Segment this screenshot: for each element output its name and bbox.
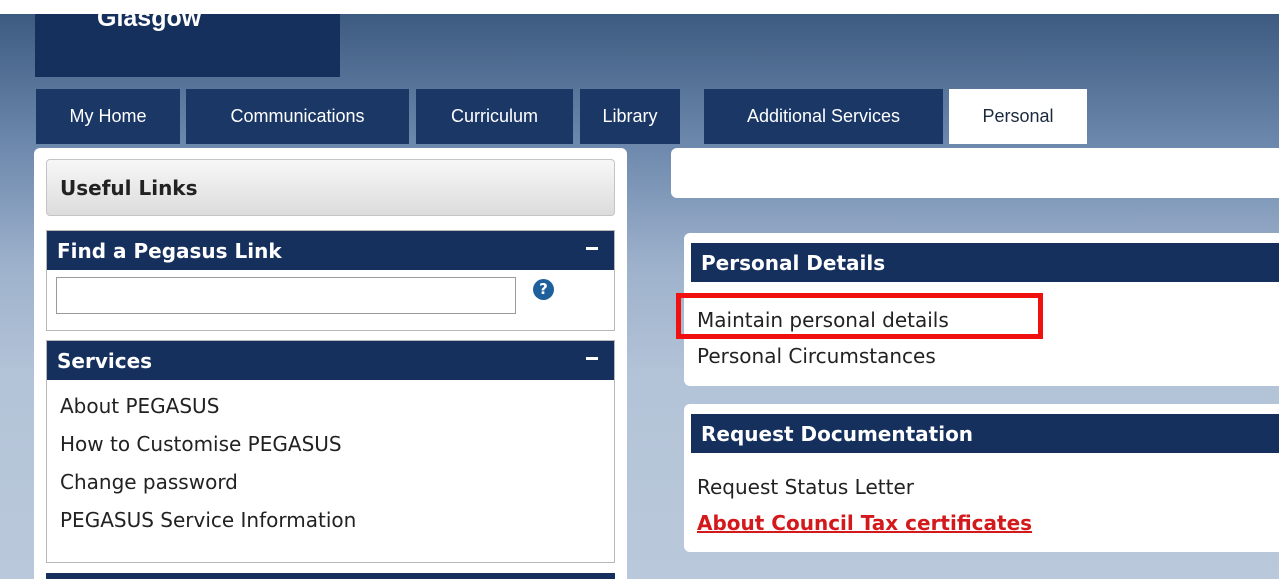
highlight-box [676, 293, 1043, 339]
content-top-bar [671, 148, 1279, 198]
council-tax-certificates-link[interactable]: About Council Tax certificates [697, 511, 1032, 535]
services-box: Services About PEGASUS How to Customise … [46, 340, 615, 563]
tab-curriculum[interactable]: Curriculum [416, 89, 573, 144]
university-logo[interactable]: Glasgow [35, 4, 340, 77]
tab-library[interactable]: Library [580, 89, 680, 144]
tab-additional-services[interactable]: Additional Services [704, 89, 943, 144]
next-section-header [46, 573, 615, 579]
help-icon[interactable]: ? [533, 279, 554, 300]
tab-personal[interactable]: Personal [949, 89, 1087, 144]
services-header: Services [47, 341, 614, 380]
service-information-link[interactable]: PEGASUS Service Information [60, 505, 614, 543]
find-link-box: Find a Pegasus Link ? [46, 230, 615, 331]
pegasus-link-search-input[interactable] [56, 277, 516, 314]
change-password-link[interactable]: Change password [60, 467, 614, 505]
tab-communications[interactable]: Communications [186, 89, 409, 144]
useful-links-header: Useful Links [46, 159, 615, 216]
collapse-icon[interactable] [586, 357, 598, 360]
personal-circumstances-link[interactable]: Personal Circumstances [697, 344, 936, 368]
sidebar-panel: Useful Links Find a Pegasus Link ? Servi… [34, 148, 627, 579]
request-documentation-panel: Request Documentation Request Status Let… [684, 404, 1279, 552]
request-status-letter-link[interactable]: Request Status Letter [697, 475, 914, 499]
about-pegasus-link[interactable]: About PEGASUS [60, 391, 614, 429]
logo-text: Glasgow [97, 4, 202, 32]
find-link-header: Find a Pegasus Link [47, 231, 614, 270]
personal-details-header: Personal Details [691, 243, 1279, 282]
collapse-icon[interactable] [586, 247, 598, 250]
request-documentation-header: Request Documentation [691, 414, 1279, 453]
tab-my-home[interactable]: My Home [36, 89, 180, 144]
customise-pegasus-link[interactable]: How to Customise PEGASUS [60, 429, 614, 467]
